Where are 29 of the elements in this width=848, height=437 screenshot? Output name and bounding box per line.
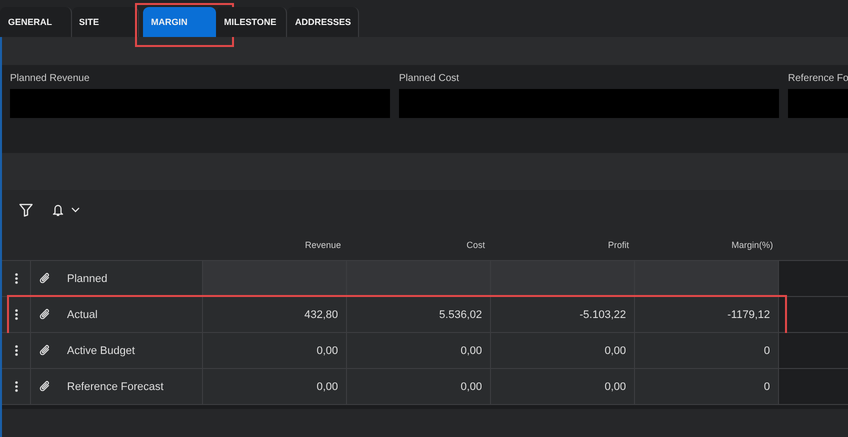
table-cell: Reference Forecast — [59, 369, 203, 404]
tab[interactable]: GENERAL — [0, 7, 72, 37]
column-header: Profit — [606, 240, 630, 250]
table-cell: Actual — [59, 297, 203, 332]
table-cell: 0,00 — [347, 369, 491, 404]
table-cell: 0,00 — [491, 333, 635, 368]
table-cell: Active Budget — [59, 333, 203, 368]
input-field[interactable] — [399, 89, 779, 118]
column-header: Cost — [465, 240, 486, 250]
tab[interactable]: ADDRESSES — [287, 7, 359, 37]
table-cell: 0,00 — [203, 333, 347, 368]
column-header: Revenue — [304, 240, 342, 250]
table-cell: 432,80 — [203, 297, 347, 332]
table-cell: 0,00 — [347, 333, 491, 368]
bell-icon[interactable] — [52, 203, 64, 217]
chevron-down-icon[interactable] — [71, 207, 80, 213]
table-cell: -5.103,22 — [491, 297, 635, 332]
field-label: Planned Revenue — [10, 73, 91, 86]
table-cell: 0,00 — [203, 369, 347, 404]
tab[interactable]: SITE — [72, 7, 139, 37]
tab[interactable]: MILESTONE — [216, 7, 287, 37]
input-field[interactable] — [10, 89, 390, 118]
field-label: Planned Cost — [399, 73, 460, 86]
field-label: Reference Fo — [788, 73, 848, 86]
table-cell: 5.536,02 — [347, 297, 491, 332]
column-header: Margin(%) — [730, 240, 774, 250]
table-cell: 0,00 — [491, 369, 635, 404]
tab[interactable]: MARGIN — [143, 7, 216, 37]
filter-icon[interactable] — [19, 203, 33, 217]
